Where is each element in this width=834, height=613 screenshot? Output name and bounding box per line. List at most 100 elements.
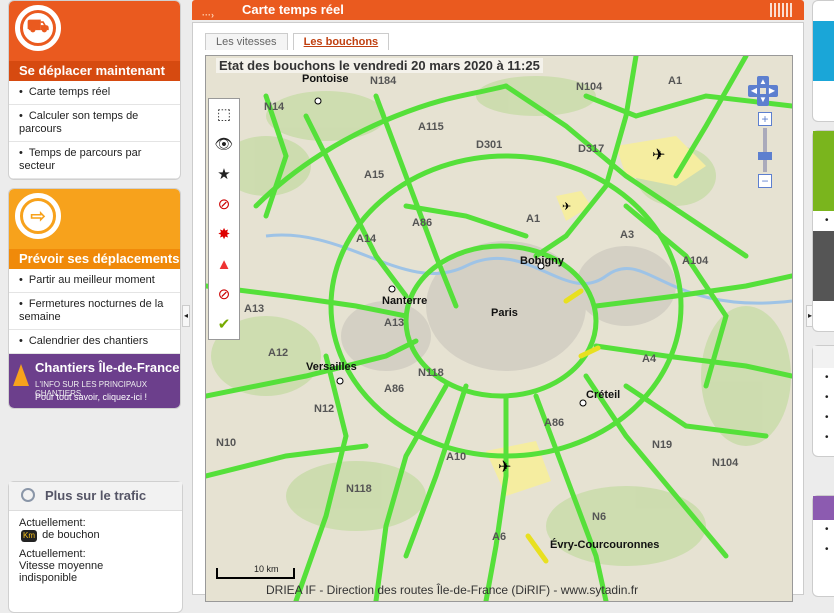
svg-text:A14: A14 [356, 233, 377, 245]
right-panel-4-header [813, 496, 834, 520]
place-label: Créteil [586, 389, 620, 401]
traffic-jam-info: Actuellement: Km de bouchon [19, 517, 172, 542]
traffic-map[interactable]: Pontoise Bobigny Nanterre Paris Versaill… [205, 55, 793, 602]
link-best-time[interactable]: Partir au meilleur moment [9, 269, 180, 293]
svg-text:D301: D301 [476, 139, 502, 151]
svg-text:A3: A3 [620, 229, 634, 241]
speed-status: indisponible [19, 572, 78, 584]
roadworks-cone-icon[interactable]: ▲ [209, 249, 239, 279]
zoom-out-button[interactable]: − [758, 174, 772, 188]
banner-cta: Pour tout savoir, cliquez-ici ! [35, 392, 148, 402]
place-label: Évry-Courcouronnes [550, 538, 659, 551]
car-traffic-icon: ⛟ [15, 5, 61, 51]
incident-icon[interactable]: ✸ [209, 219, 239, 249]
svg-text:D317: D317 [578, 143, 604, 155]
svg-text:A13: A13 [244, 303, 264, 315]
place-label: Pontoise [302, 73, 348, 85]
move-now-title: Se déplacer maintenant [9, 61, 180, 81]
check-icon[interactable]: ✔ [209, 309, 239, 339]
svg-text:N118: N118 [346, 483, 372, 495]
svg-text:N10: N10 [216, 437, 236, 449]
link-roadworks-calendar[interactable]: Calendrier des chantiers [9, 330, 180, 354]
traffic-panel: Plus sur le trafic Actuellement: Km de b… [8, 481, 183, 613]
svg-text:A115: A115 [418, 121, 444, 133]
right-panel-2: • [812, 130, 834, 332]
svg-text:N104: N104 [576, 81, 603, 93]
main-panel: ···› Carte temps réel Les vitesses Les b… [192, 0, 804, 602]
svg-text:A86: A86 [544, 417, 564, 429]
traffic-title: Plus sur le trafic [45, 488, 147, 503]
zoom-slider-handle[interactable] [758, 152, 772, 160]
right-panel-2-header [813, 131, 834, 211]
closure-icon[interactable]: ⊘ [209, 279, 239, 309]
no-camera-icon[interactable]: ⊘ [209, 189, 239, 219]
svg-text:A15: A15 [364, 169, 384, 181]
plan-header: ⇨ Prévoir ses déplacements [9, 189, 180, 269]
tab-jams[interactable]: Les bouchons [292, 33, 390, 50]
traffic-label-2: Actuellement: [19, 548, 86, 560]
main-header: ···› Carte temps réel [192, 0, 804, 20]
map-canvas: Pontoise Bobigny Nanterre Paris Versaill… [206, 56, 792, 601]
link-compute-travel-time[interactable]: Calculer son temps de parcours [9, 105, 180, 142]
right-panel-3-header [813, 346, 834, 368]
grid-icon [770, 3, 792, 17]
save-favorite-icon[interactable]: ★ [209, 159, 239, 189]
right-bullet: • [825, 392, 829, 403]
svg-text:A1: A1 [526, 213, 540, 225]
right-bullet: • [825, 524, 829, 535]
scale-label: 10 km [254, 564, 279, 574]
right-sidebar: • • • • • • • [812, 0, 834, 597]
svg-text:A4: A4 [642, 353, 657, 365]
jam-text: de bouchon [42, 529, 100, 541]
link-travel-time-sector[interactable]: Temps de parcours par secteur [9, 142, 180, 179]
zoom-box-icon[interactable]: ⬚ [209, 99, 239, 129]
map-tabs: Les vitesses Les bouchons [205, 33, 391, 53]
plane-icon: ✈ [562, 201, 571, 213]
svg-text:A86: A86 [412, 217, 432, 229]
roadworks-banner[interactable]: Chantiers Île-de-France L'INFO SUR LES P… [9, 354, 180, 408]
tab-speeds[interactable]: Les vitesses [205, 33, 288, 50]
right-bullet: • [825, 544, 829, 555]
zoom-in-button[interactable]: + [758, 112, 772, 126]
svg-text:N118: N118 [418, 367, 444, 379]
right-bullet: • [825, 412, 829, 423]
svg-text:A10: A10 [446, 451, 466, 463]
right-panel-2-image [813, 231, 834, 301]
pan-down-icon[interactable]: ▼ [757, 94, 769, 106]
main-title: Carte temps réel [242, 2, 344, 17]
map-toolbar: ⬚ 👁 ★ ⊘ ✸ ▲ ⊘ ✔ [208, 98, 240, 340]
traffic-label-1: Actuellement: [19, 517, 86, 529]
traffic-speed-info: Actuellement: Vitesse moyenne indisponib… [19, 548, 172, 584]
view-favorite-icon[interactable]: 👁 [209, 129, 239, 159]
svg-text:A12: A12 [268, 347, 288, 359]
link-night-closures[interactable]: Fermetures nocturnes de la semaine [9, 293, 180, 330]
move-now-panel: ⛟ Se déplacer maintenant Carte temps rée… [8, 0, 181, 180]
right-bullet: • [825, 432, 829, 443]
km-badge: Km [21, 530, 37, 542]
zoom-control: + − [758, 112, 772, 188]
svg-text:N14: N14 [264, 101, 285, 113]
collapse-left-handle[interactable]: ◂ [182, 305, 190, 327]
move-now-header: ⛟ Se déplacer maintenant [9, 1, 180, 81]
right-panel-3: • • • • [812, 345, 834, 457]
right-bullet: • [825, 215, 829, 226]
speed-text: Vitesse moyenne [19, 560, 104, 572]
map-title: Etat des bouchons le vendredi 20 mars 20… [216, 58, 543, 73]
plane-icon: ✈ [498, 459, 511, 476]
cone-icon [13, 364, 29, 386]
place-label: Versailles [306, 361, 357, 373]
traffic-header: Plus sur le trafic [9, 482, 182, 511]
right-panel-1 [812, 0, 834, 122]
zoom-slider[interactable] [758, 128, 772, 172]
svg-text:A104: A104 [682, 255, 709, 267]
plane-icon: ✈ [652, 147, 665, 164]
link-realtime-map[interactable]: Carte temps réel [9, 81, 180, 105]
svg-text:A86: A86 [384, 383, 404, 395]
svg-text:A6: A6 [492, 531, 506, 543]
plan-title: Prévoir ses déplacements [9, 249, 180, 269]
clock-icon [21, 488, 35, 502]
pan-control: ▲ ◀ ▶ ▼ [748, 76, 778, 106]
svg-text:A13: A13 [384, 317, 404, 329]
svg-text:N19: N19 [652, 439, 672, 451]
map-scale: 10 km [216, 564, 295, 579]
